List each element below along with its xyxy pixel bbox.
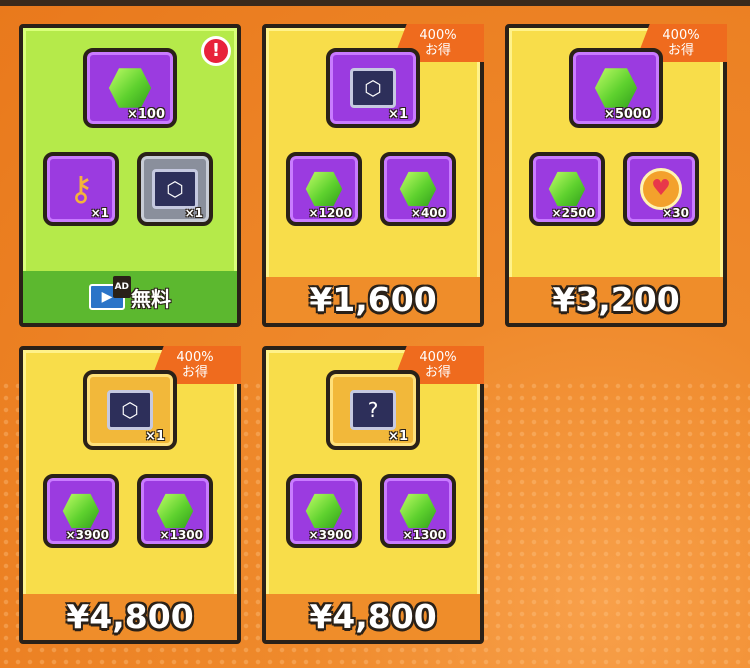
ad-video-icon: ▶ AD [89,276,131,310]
reward-qty: ×5000 [603,107,651,122]
reward-qty: ×400 [410,206,446,220]
mystery-chest-icon: ? [350,390,396,430]
reward-slot: ⬡ ×1 [326,48,420,128]
reward-qty: ×3900 [65,528,109,542]
reward-slot: ×1200 [286,152,362,226]
reward-slot: ×1300 [380,474,456,548]
gem-icon [399,493,437,529]
offer-card-4800-b[interactable]: 400% お得 ? ×1 ×3900 ×1300 ¥4,800 [262,346,484,644]
bonus-percent: 400% [419,350,457,365]
reward-qty: ×1 [388,429,408,444]
reward-qty: ×1 [388,107,408,122]
reward-qty: ×3900 [308,528,352,542]
gem-icon [62,493,100,529]
price-button[interactable]: ¥1,600 [266,277,480,323]
offer-card-4800-a[interactable]: 400% お得 ⬡ ×1 ×3900 ×1300 ¥4,800 [19,346,241,644]
bonus-percent: 400% [176,350,214,365]
bonus-percent: 400% [419,28,457,43]
alert-badge: ! [201,36,231,66]
reward-slot: ⬡ ×1 [137,152,213,226]
gem-icon [399,171,437,207]
gem-icon [108,68,152,108]
chest-icon: ⬡ [107,390,153,430]
offer-card-1600[interactable]: 400% お得 ⬡ ×1 ×1200 ×400 ¥1,600 [262,24,484,327]
reward-slot: ×3900 [286,474,362,548]
reward-qty: ×1 [90,206,109,220]
reward-slot: ×3900 [43,474,119,548]
reward-slot: ×5000 [569,48,663,128]
reward-slot: ? ×1 [326,370,420,450]
gem-icon [548,171,586,207]
reward-qty: ×1200 [308,206,352,220]
gem-icon [305,171,343,207]
reward-slot: ⬡ ×1 [83,370,177,450]
reward-slot: ×1300 [137,474,213,548]
reward-slot: ⚷ ×1 [43,152,119,226]
price-button[interactable]: ¥4,800 [266,594,480,640]
heart-coin-icon: ♥ [640,168,682,210]
reward-qty: ×1 [184,206,203,220]
reward-qty: ×2500 [551,206,595,220]
price-button[interactable]: ¥4,800 [23,594,237,640]
reward-qty: ×1300 [402,528,446,542]
gem-icon [594,68,638,108]
free-claim-button[interactable]: ▶ AD 無料 [23,271,237,323]
reward-slot: ×400 [380,152,456,226]
reward-slot: ×2500 [529,152,605,226]
reward-slot: ♥ ×30 [623,152,699,226]
reward-qty: ×1300 [159,528,203,542]
gem-icon [305,493,343,529]
price-button[interactable]: ¥3,200 [509,277,723,323]
chest-icon: ⬡ [350,68,396,108]
bonus-percent: 400% [662,28,700,43]
key-icon: ⚷ [68,169,94,209]
top-bar [0,0,750,6]
free-label: 無料 [131,286,171,311]
reward-slot: ×100 [83,48,177,128]
reward-qty: ×1 [145,429,165,444]
gem-icon [156,493,194,529]
reward-qty: ×30 [662,206,689,220]
ad-label: AD [112,276,131,298]
chest-icon: ⬡ [152,169,198,209]
offer-card-free[interactable]: ! ×100 ⚷ ×1 ⬡ ×1 ▶ AD 無料 [19,24,241,327]
offer-card-3200[interactable]: 400% お得 ×5000 ×2500 ♥ ×30 ¥3,200 [505,24,727,327]
reward-qty: ×100 [126,107,165,122]
